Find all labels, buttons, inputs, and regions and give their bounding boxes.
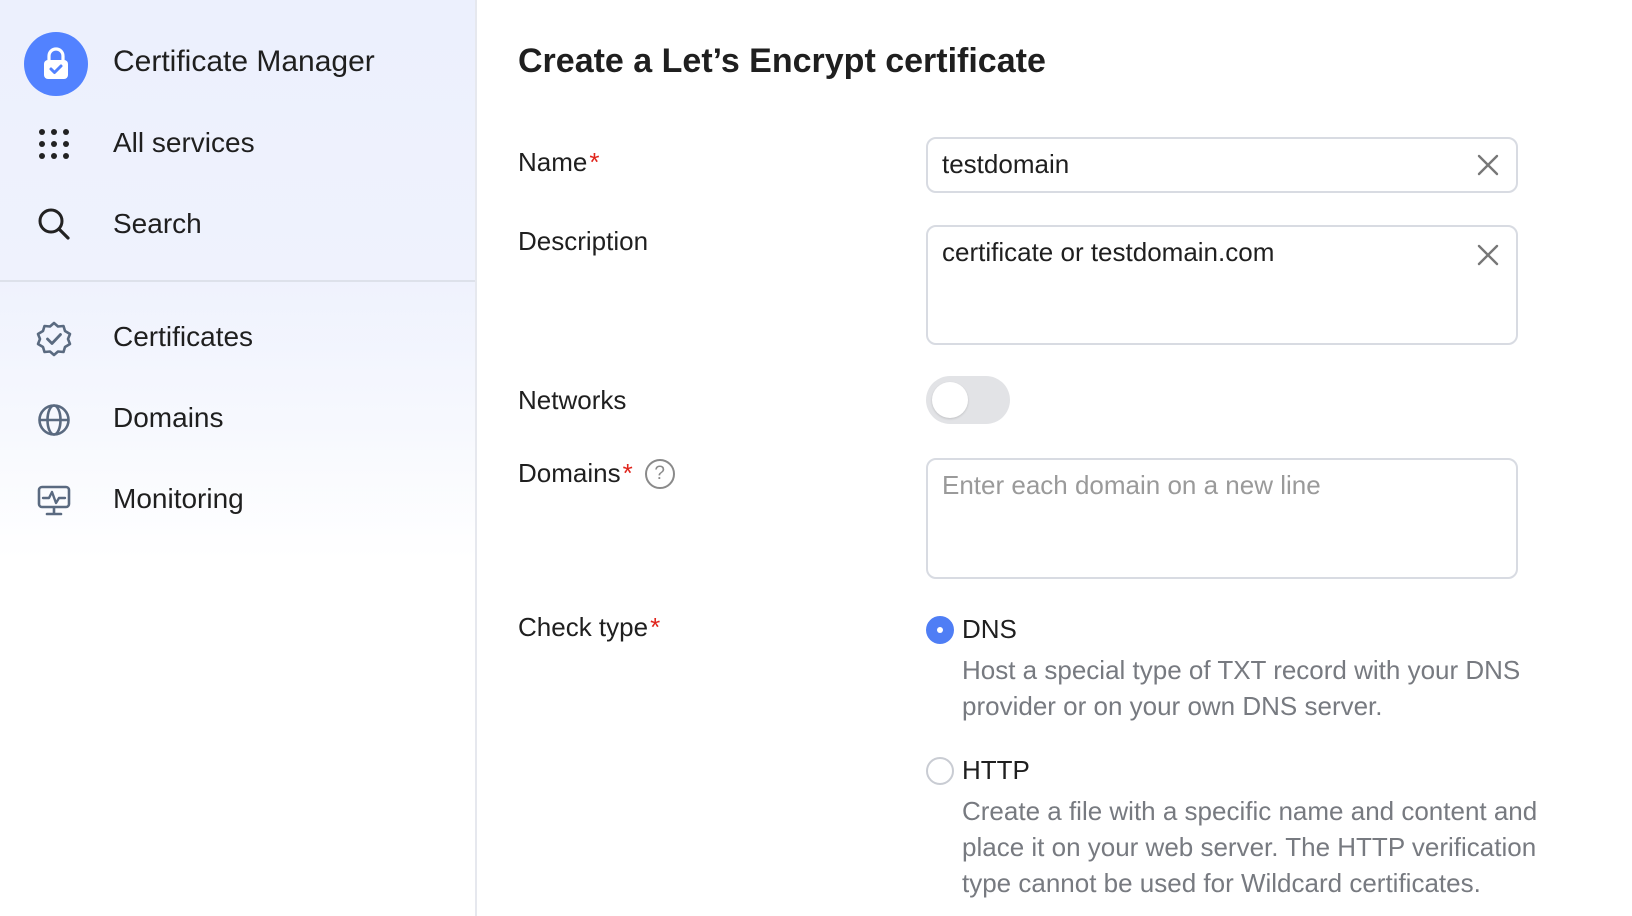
radio-dns-label[interactable]: DNS xyxy=(962,614,1017,645)
nav-certificates[interactable]: Certificates xyxy=(113,321,253,353)
domains-placeholder: Enter each domain on a new line xyxy=(942,470,1321,500)
help-icon[interactable]: ? xyxy=(644,458,675,489)
sidebar: Certificate Manager All services Search xyxy=(0,0,477,916)
nav-all-services[interactable]: All services xyxy=(113,127,255,159)
page-title: Create a Let’s Encrypt certificate xyxy=(518,42,1046,80)
required-mark: * xyxy=(650,612,661,642)
networks-label-text: Networks xyxy=(518,385,627,415)
description-textarea[interactable]: certificate or testdomain.com xyxy=(926,225,1518,345)
radio-http-circle[interactable] xyxy=(926,756,954,785)
radio-http-label[interactable]: HTTP xyxy=(962,755,1030,786)
required-mark: * xyxy=(622,458,633,488)
description-label-text: Description xyxy=(518,226,649,256)
check-type-label: Check type * xyxy=(518,612,660,643)
description-label: Description xyxy=(518,226,648,257)
badge-check-icon[interactable] xyxy=(36,321,72,357)
monitor-pulse-icon[interactable] xyxy=(36,483,72,519)
networks-label: Networks xyxy=(518,385,626,416)
brand-title[interactable]: Certificate Manager xyxy=(113,45,375,79)
radio-http[interactable]: HTTP xyxy=(926,755,1030,786)
sidebar-header: Certificate Manager All services Search xyxy=(0,0,475,282)
app-window: Certificate Manager All services Search xyxy=(0,0,1632,916)
nav-monitoring[interactable]: Monitoring xyxy=(113,483,244,515)
name-input-value: testdomain xyxy=(942,149,1070,179)
name-input[interactable]: testdomain xyxy=(926,137,1518,193)
dns-description: Host a special type of TXT record with y… xyxy=(962,655,1521,721)
create-certificate-form: Create a Let’s Encrypt certificate Name *… xyxy=(479,0,1632,916)
description-value: certificate or testdomain.com xyxy=(942,237,1275,267)
domains-label: Domains * ? xyxy=(518,458,675,489)
radio-dns-circle[interactable] xyxy=(926,615,954,644)
domains-label-text: Domains xyxy=(518,458,621,488)
nav-domains[interactable]: Domains xyxy=(113,402,223,434)
name-label-text: Name xyxy=(518,147,588,177)
networks-toggle[interactable] xyxy=(926,376,1010,424)
radio-dns[interactable]: DNS xyxy=(926,614,1017,645)
clear-name-icon[interactable] xyxy=(1476,153,1500,177)
lock-logo-icon[interactable] xyxy=(24,32,88,96)
check-type-label-text: Check type xyxy=(518,612,649,642)
grid-icon[interactable] xyxy=(36,126,72,162)
name-label: Name * xyxy=(518,147,599,178)
nav-search[interactable]: Search xyxy=(113,208,202,240)
http-description: Create a file with a specific name and c… xyxy=(962,796,1538,898)
clear-description-icon[interactable] xyxy=(1476,243,1500,267)
required-mark: * xyxy=(589,147,600,177)
domains-textarea[interactable]: Enter each domain on a new line xyxy=(926,458,1518,579)
search-icon[interactable] xyxy=(36,206,72,242)
toggle-knob xyxy=(932,382,968,418)
globe-icon[interactable] xyxy=(36,402,72,438)
